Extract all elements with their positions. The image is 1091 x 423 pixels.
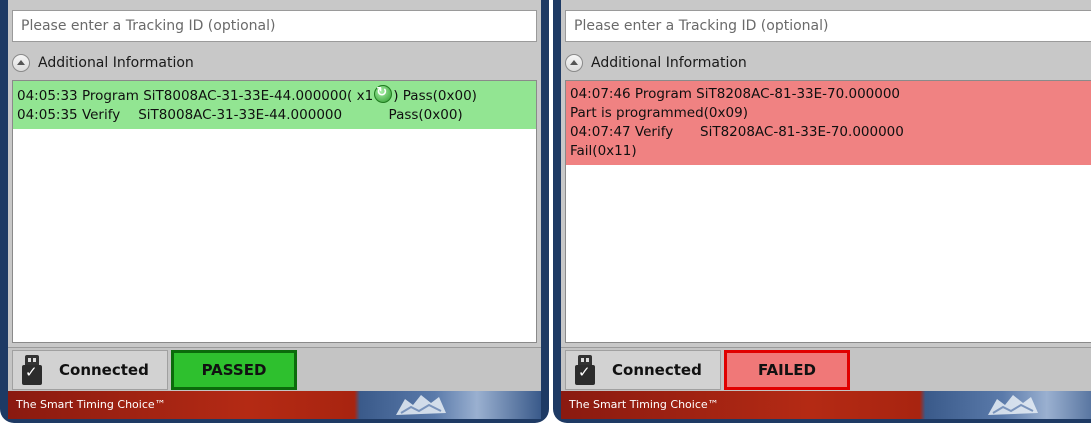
brand-footer: The Smart Timing Choice™	[8, 391, 541, 419]
log-part: SiT8208AC-81-33E-70.000000	[700, 124, 904, 140]
log-verify: 04:07:47 Verify	[570, 124, 674, 140]
log-line: Part is programmed(0x09)	[570, 105, 748, 121]
left-panel-body: Additional Information 04:05:33 Program …	[8, 0, 541, 419]
tracking-id-input[interactable]	[565, 10, 1091, 42]
left-programmer-panel: Additional Information 04:05:33 Program …	[0, 0, 549, 423]
connection-label: Connected	[612, 361, 702, 379]
status-bar: ✓ Connected PASSED	[8, 347, 541, 392]
collapse-up-icon[interactable]	[12, 54, 30, 72]
log-area: 04:05:33 Program SiT8008AC-31-33E-44.000…	[12, 80, 537, 343]
additional-info-label: Additional Information	[38, 55, 194, 71]
log-block-pass: 04:05:33 Program SiT8008AC-31-33E-44.000…	[13, 81, 536, 129]
result-badge-passed: PASSED	[171, 350, 297, 390]
usb-connected-icon: ✓	[574, 355, 596, 385]
log-line: 04:07:46 Program SiT8208AC-81-33E-70.000…	[570, 86, 901, 102]
log-action: Verify	[81, 107, 121, 123]
additional-info-header[interactable]: Additional Information	[565, 50, 1091, 76]
right-panel-body: Additional Information 04:07:46 Program …	[561, 0, 1091, 419]
log-action: Program	[81, 88, 139, 104]
log-result: ) Pass(0x00)	[393, 88, 477, 104]
log-line: 04:05:33 Program SiT8008AC-31-33E-44.000…	[17, 83, 532, 106]
log-part: SiT8008AC-31-33E-44.000000	[138, 107, 343, 123]
log-time: 04:05:33	[17, 88, 78, 104]
sync-icon	[374, 83, 393, 103]
globe-icon	[396, 395, 446, 415]
log-area: 04:07:46 Program SiT8208AC-81-33E-70.000…	[565, 80, 1091, 343]
additional-info-label: Additional Information	[591, 55, 747, 71]
footer-tagline: The Smart Timing Choice™	[16, 398, 166, 411]
brand-footer: The Smart Timing Choice™	[561, 391, 1091, 419]
additional-info-header[interactable]: Additional Information	[12, 50, 537, 76]
connection-label: Connected	[59, 361, 149, 379]
globe-icon	[988, 395, 1038, 415]
log-time: 04:05:35	[17, 107, 78, 123]
stage: Additional Information 04:05:33 Program …	[0, 0, 1091, 423]
collapse-up-icon[interactable]	[565, 54, 583, 72]
log-block-fail: 04:07:46 Program SiT8208AC-81-33E-70.000…	[566, 81, 1091, 165]
log-line: 04:05:35 Verify SiT8008AC-31-33E-44.0000…	[17, 106, 532, 125]
result-badge-failed: FAILED	[724, 350, 850, 390]
log-line: Fail(0x11)	[570, 143, 637, 159]
usb-connected-icon: ✓	[21, 355, 43, 385]
log-result: Pass(0x00)	[388, 107, 463, 123]
log-line: 04:07:47 Verify SiT8208AC-81-33E-70.00000…	[570, 123, 1091, 142]
status-bar: ✓ Connected FAILED	[561, 347, 1091, 392]
log-part: SiT8008AC-31-33E-44.000000( x1	[143, 88, 374, 104]
footer-tagline: The Smart Timing Choice™	[569, 398, 719, 411]
connection-status: ✓ Connected	[565, 350, 721, 390]
tracking-id-input[interactable]	[12, 10, 537, 42]
connection-status: ✓ Connected	[12, 350, 168, 390]
right-programmer-panel: Additional Information 04:07:46 Program …	[553, 0, 1091, 423]
